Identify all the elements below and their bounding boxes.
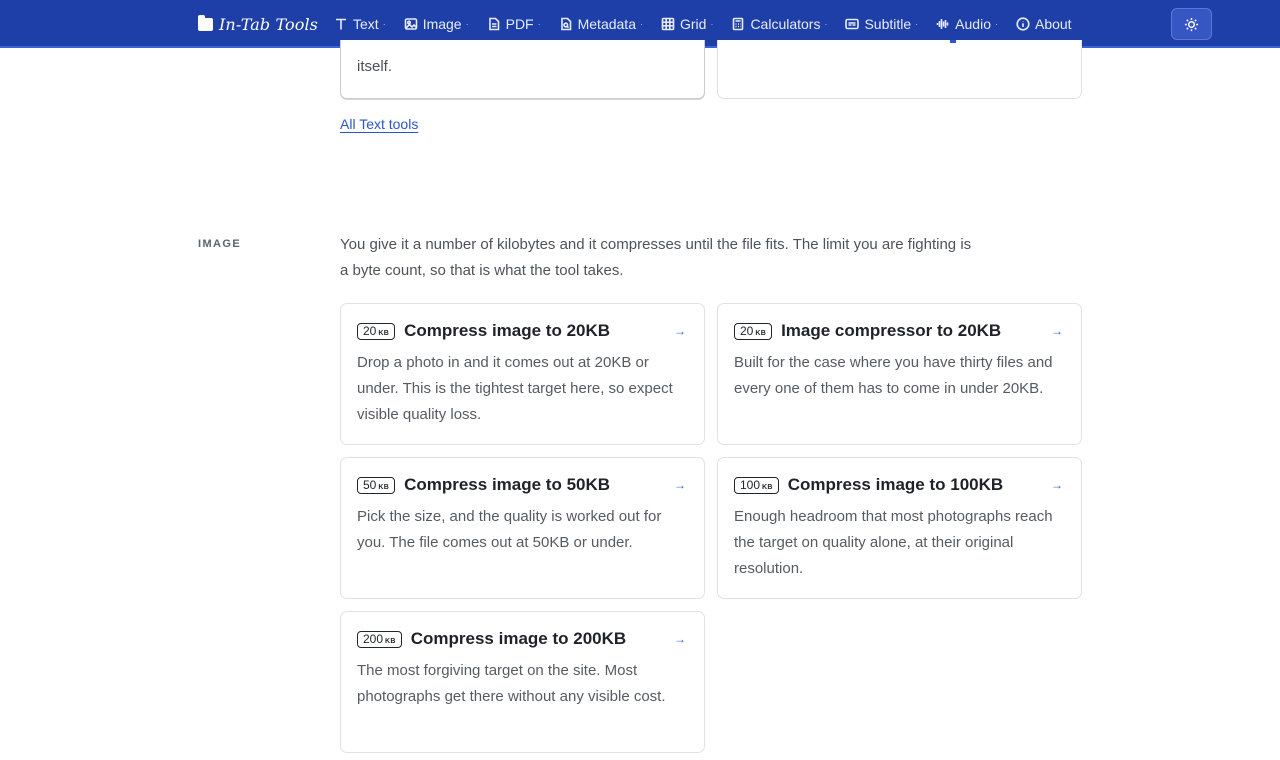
tool-title: Compress image to 100KB — [787, 475, 1004, 494]
nav-metadata[interactable]: Metadata · — [559, 16, 643, 32]
chevron-down-icon: · — [639, 19, 643, 29]
size-value: 200 — [363, 631, 384, 646]
metadata-icon — [560, 17, 571, 31]
size-badge: 100 KB — [734, 476, 779, 494]
nav-label: Calculators — [750, 16, 821, 32]
nav-text[interactable]: Text · — [334, 16, 386, 32]
nav-pdf[interactable]: PDF · — [487, 16, 541, 32]
arrow-right-icon: → — [674, 632, 686, 646]
sun-icon — [1184, 17, 1199, 31]
size-value: 20 — [740, 323, 754, 338]
chevron-down-icon: · — [382, 19, 386, 29]
grid-icon — [661, 17, 675, 31]
size-unit: KB — [385, 637, 396, 645]
all-text-tools-link[interactable]: All Text tools — [340, 116, 418, 132]
tool-description: Enough headroom that most photographs re… — [734, 508, 1053, 577]
tool-description: Pick the size, and the quality is worked… — [357, 508, 662, 551]
nav-image[interactable]: Image · — [404, 16, 469, 32]
brand-name: In-Tab Tools — [219, 14, 318, 34]
size-value: 100 — [740, 477, 761, 492]
chevron-down-icon: · — [537, 19, 541, 29]
nav-label: Grid — [679, 16, 707, 32]
card-description: itself. — [357, 58, 393, 75]
size-unit: KB — [378, 483, 390, 491]
pdf-icon — [488, 17, 499, 31]
tool-title: Compress image to 200KB — [410, 629, 627, 648]
tool-card[interactable]: 200 KB Compress image to 200KB → The most… — [340, 611, 705, 753]
chevron-down-icon: · — [710, 19, 714, 29]
size-badge: 20 KB — [357, 322, 396, 340]
subtitle-icon — [845, 18, 860, 30]
nav-label: Subtitle — [864, 16, 912, 32]
section-label: IMAGE — [198, 238, 242, 250]
chevron-down-icon: · — [824, 19, 828, 29]
nav-label: Image — [422, 16, 462, 32]
theme-toggle-button[interactable] — [1171, 8, 1212, 40]
nav-label: Text — [353, 16, 379, 32]
tool-description: Drop a photo in and it comes out at 20KB… — [357, 354, 673, 423]
arrow-right-icon: → — [1051, 324, 1063, 338]
info-icon — [1016, 17, 1030, 31]
nav-label: Metadata — [577, 16, 636, 32]
chevron-down-icon: · — [465, 19, 469, 29]
nav-label: PDF — [505, 16, 534, 32]
text-tool-card[interactable] — [717, 40, 1082, 99]
tool-card[interactable]: 100 KB Compress image to 100KB → Enough h… — [717, 457, 1082, 599]
chevron-down-icon: · — [994, 19, 998, 29]
tool-card[interactable]: 20 KB Image compressor to 20KB → Built fo… — [717, 303, 1082, 445]
nav-label: Audio — [955, 16, 991, 32]
tool-description: The most forgiving target on the site. M… — [357, 662, 666, 705]
text-tool-card[interactable]: itself. — [340, 40, 705, 99]
nav-about[interactable]: About — [1016, 16, 1072, 32]
size-unit: KB — [378, 329, 390, 337]
size-badge: 50 KB — [357, 476, 396, 494]
tool-title: Compress image to 20KB — [404, 321, 611, 340]
size-unit: KB — [762, 483, 773, 491]
section-intro: You give it a number of kilobytes and it… — [340, 236, 972, 279]
tool-card[interactable]: 50 KB Compress image to 50KB → Pick the s… — [340, 457, 705, 599]
tool-title: Image compressor to 20KB — [781, 321, 1002, 340]
nav-label: About — [1034, 16, 1072, 32]
size-unit: KB — [755, 329, 767, 337]
tool-title: Compress image to 50KB — [404, 475, 611, 494]
size-value: 50 — [363, 477, 377, 492]
size-badge: 20 KB — [734, 322, 773, 340]
nav-subtitle[interactable]: Subtitle · — [845, 16, 918, 32]
image-icon — [404, 18, 417, 30]
card-link-fragment — [950, 40, 956, 43]
arrow-right-icon: → — [674, 478, 686, 492]
chevron-down-icon: · — [915, 19, 919, 29]
size-badge: 200 KB — [357, 630, 402, 648]
arrow-right-icon: → — [1051, 478, 1063, 492]
brand-logo-link[interactable]: In-Tab Tools — [198, 0, 318, 48]
nav-audio[interactable]: Audio · — [936, 16, 998, 32]
folder-logo-icon — [198, 14, 213, 31]
nav-grid[interactable]: Grid · — [661, 16, 713, 32]
tool-description: Built for the case where you have thirty… — [734, 354, 1053, 397]
arrow-right-icon: → — [674, 324, 686, 338]
text-icon — [336, 18, 346, 30]
calculator-icon — [733, 17, 744, 31]
size-value: 20 — [363, 323, 377, 338]
nav-calculators[interactable]: Calculators · — [731, 16, 827, 32]
tool-card[interactable]: 20 KB Compress image to 20KB → Drop a pho… — [340, 303, 705, 445]
audio-icon — [936, 19, 949, 29]
